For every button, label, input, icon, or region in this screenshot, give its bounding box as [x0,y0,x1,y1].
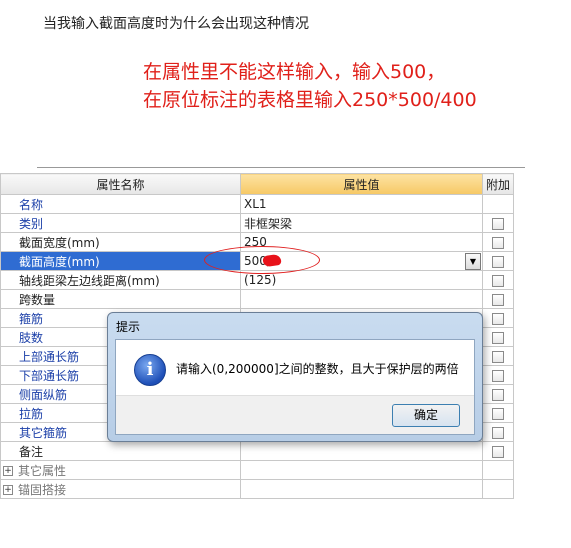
header-property-name: 属性名称 [0,173,241,195]
group-add [481,479,515,499]
red-circle-annotation [204,246,320,274]
row-name: 截面宽度(mm) [0,232,241,252]
group-label: 其它属性 [18,463,67,478]
add-checkbox[interactable] [492,217,504,230]
add-checkbox[interactable] [492,445,504,458]
row-value[interactable] [240,289,483,309]
row-value[interactable] [240,441,483,461]
row-add [481,194,515,214]
add-checkbox[interactable] [492,293,504,306]
dialog-title: 提示 [116,320,141,334]
add-checkbox[interactable] [492,369,504,382]
table-row[interactable]: 备注 [0,441,515,461]
add-checkbox[interactable] [492,331,504,344]
dialog-footer: 确定 [116,395,474,434]
answer-line-2: 在原位标注的表格里输入250*500/400 [143,89,477,111]
add-checkbox[interactable] [492,388,504,401]
group-row[interactable]: + 其它属性 [0,460,515,480]
row-name: 轴线距梁左边线距离(mm) [0,270,241,290]
alert-dialog: 提示 i 请输入(0,200000]之间的整数，且大于保护层的两倍 确定 [107,312,483,442]
separator-line [37,167,525,168]
table-row[interactable]: 名称 XL1 [0,194,515,214]
table-row[interactable]: 跨数量 [0,289,515,309]
row-name: 类别 [0,213,241,233]
question-text: 当我输入截面高度时为什么会出现这种情况 [43,16,309,32]
header-add: 附加 [481,173,515,195]
row-name: 备注 [0,441,241,461]
group-value [240,460,483,480]
grid-header-row: 属性名称 属性值 附加 [0,173,515,195]
dialog-message: 请输入(0,200000]之间的整数，且大于保护层的两倍 [176,362,459,376]
group-label: 锚固搭接 [18,482,67,497]
table-row[interactable]: 类别 非框架梁 [0,213,515,233]
dialog-body: i 请输入(0,200000]之间的整数，且大于保护层的两倍 确定 [115,339,475,435]
add-checkbox[interactable] [492,236,504,249]
ok-button[interactable]: 确定 [392,404,460,427]
add-checkbox[interactable] [492,312,504,325]
group-row[interactable]: + 锚固搭接 [0,479,515,499]
group-add [481,460,515,480]
info-icon: i [134,354,166,386]
add-checkbox[interactable] [492,426,504,439]
expand-plus-icon[interactable]: + [3,466,13,476]
row-name: 跨数量 [0,289,241,309]
add-checkbox[interactable] [492,407,504,420]
answer-line-1: 在属性里不能这样输入，输入500， [143,61,446,83]
header-property-value: 属性值 [240,173,483,195]
expand-plus-icon[interactable]: + [3,485,13,495]
add-checkbox[interactable] [492,350,504,363]
group-value [240,479,483,499]
dropdown-arrow-icon[interactable]: ▼ [465,253,481,270]
row-value[interactable]: XL1 [240,194,483,214]
row-name: 名称 [0,194,241,214]
add-checkbox[interactable] [492,255,504,268]
add-checkbox[interactable] [492,274,504,287]
row-value[interactable]: 非框架梁 [240,213,483,233]
